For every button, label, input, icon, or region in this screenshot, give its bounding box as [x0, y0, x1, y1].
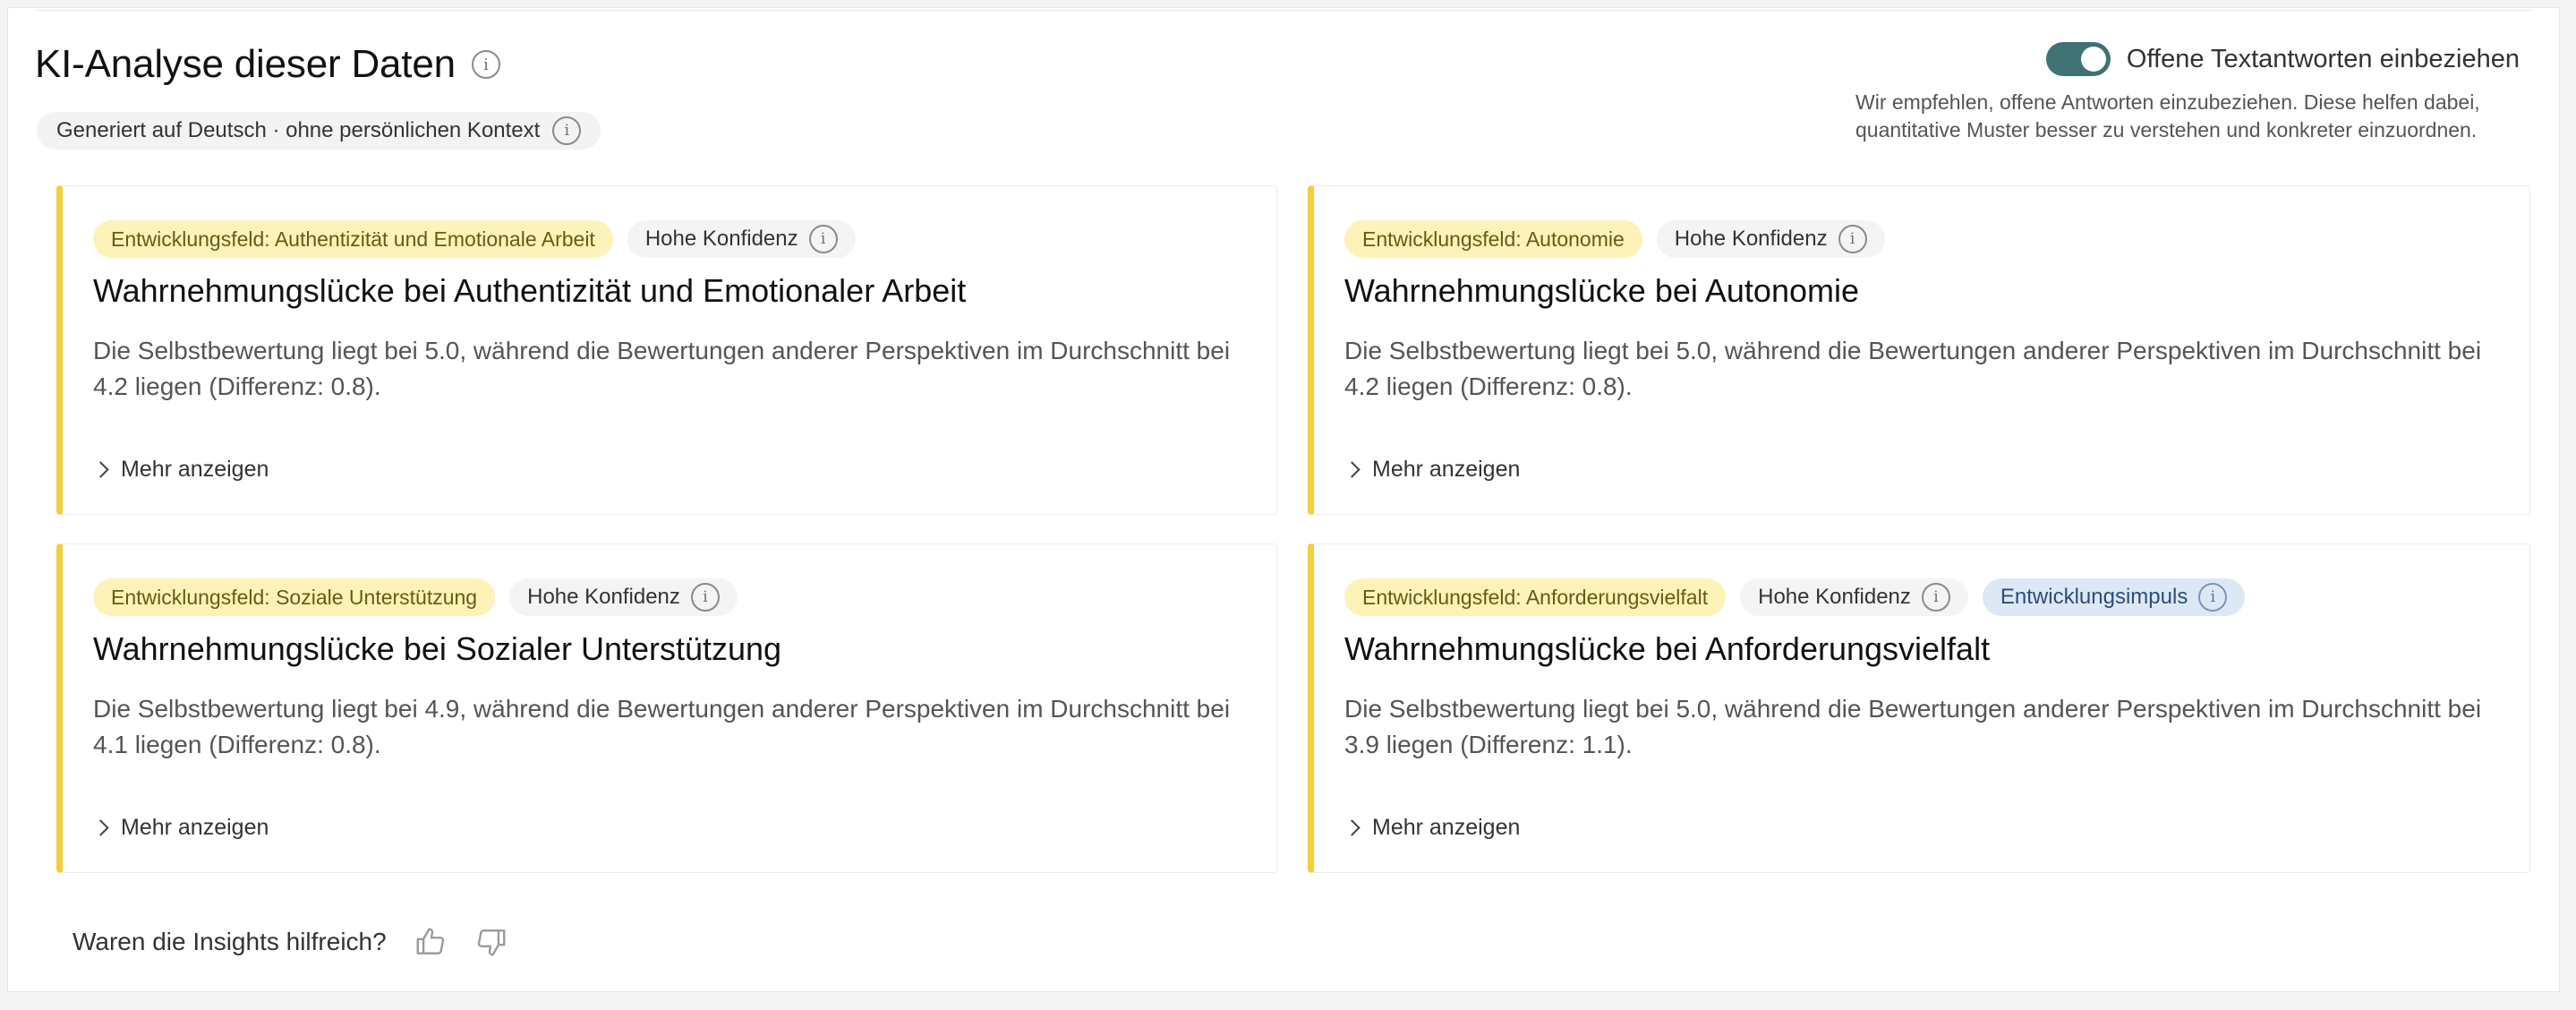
- show-more-button[interactable]: Mehr anzeigen: [1343, 457, 1521, 483]
- confidence-label: Hohe Konfidenz: [1674, 227, 1828, 251]
- card-badges: Entwicklungsfeld: Soziale Unterstützung …: [93, 578, 738, 616]
- show-more-label: Mehr anzeigen: [121, 815, 269, 840]
- info-icon[interactable]: i: [1921, 583, 1950, 612]
- card-description: Die Selbstbewertung liegt bei 5.0, währe…: [93, 337, 1231, 400]
- chevron-right-icon: [1343, 461, 1361, 478]
- info-icon[interactable]: i: [1838, 225, 1867, 253]
- toggle-knob: [2080, 47, 2106, 72]
- toggle-label: Offene Textantworten einbeziehen: [2126, 44, 2520, 73]
- info-icon[interactable]: i: [808, 225, 838, 253]
- info-icon[interactable]: i: [471, 50, 500, 79]
- divider: [35, 10, 2532, 11]
- show-more-label: Mehr anzeigen: [1372, 457, 1521, 482]
- insight-card: Entwicklungsfeld: Authentizität und Emot…: [56, 185, 1277, 515]
- card-title: Wahrnehmungslücke bei Autonomie: [1344, 272, 1859, 309]
- confidence-badge: Hohe Konfidenz i: [627, 220, 856, 258]
- card-title: Wahrnehmungslücke bei Sozialer Unterstüt…: [93, 630, 782, 667]
- card-description: Die Selbstbewertung liegt bei 5.0, währe…: [1344, 337, 2482, 400]
- ai-analysis-panel: KI-Analyse dieser Daten i Generiert auf …: [7, 7, 2560, 992]
- feedback-question: Waren die Insights hilfreich?: [73, 928, 387, 955]
- info-icon[interactable]: i: [690, 583, 720, 612]
- thumbs-down-icon[interactable]: [474, 925, 508, 959]
- show-more-button[interactable]: Mehr anzeigen: [92, 815, 269, 841]
- development-field-badge: Entwicklungsfeld: Anforderungsvielfalt: [1344, 578, 1727, 616]
- card-badges: Entwicklungsfeld: Autonomie Hohe Konfide…: [1344, 220, 1885, 258]
- include-text-answers-toggle-row: Offene Textantworten einbeziehen: [2045, 42, 2520, 76]
- info-icon[interactable]: i: [2198, 583, 2228, 612]
- chevron-right-icon: [92, 461, 109, 478]
- confidence-label: Hohe Konfidenz: [527, 585, 680, 609]
- card-badges: Entwicklungsfeld: Authentizität und Emot…: [93, 220, 856, 258]
- insight-card: Entwicklungsfeld: Soziale Unterstützung …: [56, 544, 1277, 873]
- include-text-answers-toggle[interactable]: [2045, 42, 2111, 76]
- confidence-badge: Hohe Konfidenz i: [1740, 578, 1968, 616]
- thumbs-up-icon[interactable]: [414, 925, 448, 959]
- generation-info-label: Generiert auf Deutsch · ohne persönliche…: [56, 118, 541, 142]
- card-description: Die Selbstbewertung liegt bei 5.0, währe…: [1344, 695, 2482, 758]
- development-impulse-badge: Entwicklungsimpuls i: [1982, 578, 2246, 616]
- confidence-label: Hohe Konfidenz: [644, 227, 798, 251]
- confidence-badge: Hohe Konfidenz i: [509, 578, 738, 616]
- show-more-label: Mehr anzeigen: [121, 457, 269, 482]
- confidence-label: Hohe Konfidenz: [1758, 585, 1911, 609]
- page-title-text: KI-Analyse dieser Daten: [35, 42, 456, 86]
- generation-info-chip: Generiert auf Deutsch · ohne persönliche…: [37, 112, 601, 150]
- card-badges: Entwicklungsfeld: Anforderungsvielfalt H…: [1344, 578, 2246, 616]
- chevron-right-icon: [1343, 819, 1361, 836]
- toggle-help-text: Wir empfehlen, offene Antworten einzubez…: [1855, 90, 2480, 141]
- card-title: Wahrnehmungslücke bei Authentizität und …: [93, 272, 967, 309]
- card-title: Wahrnehmungslücke bei Anforderungsvielfa…: [1344, 630, 1991, 667]
- insight-card: Entwicklungsfeld: Anforderungsvielfalt H…: [1308, 544, 2530, 873]
- impulse-label: Entwicklungsimpuls: [2000, 585, 2188, 609]
- chevron-right-icon: [92, 819, 109, 836]
- show-more-button[interactable]: Mehr anzeigen: [92, 457, 269, 483]
- show-more-button[interactable]: Mehr anzeigen: [1343, 815, 1521, 841]
- confidence-badge: Hohe Konfidenz i: [1656, 220, 1885, 258]
- development-field-badge: Entwicklungsfeld: Autonomie: [1344, 220, 1642, 258]
- development-field-badge: Entwicklungsfeld: Soziale Unterstützung: [93, 578, 496, 616]
- development-field-badge: Entwicklungsfeld: Authentizität und Emot…: [93, 220, 613, 258]
- card-description: Die Selbstbewertung liegt bei 4.9, währe…: [93, 695, 1231, 758]
- page-title: KI-Analyse dieser Daten i: [35, 42, 500, 87]
- insight-card: Entwicklungsfeld: Autonomie Hohe Konfide…: [1308, 185, 2530, 515]
- feedback-row: Waren die Insights hilfreich?: [73, 925, 508, 959]
- show-more-label: Mehr anzeigen: [1372, 815, 1521, 840]
- info-icon[interactable]: i: [552, 116, 582, 145]
